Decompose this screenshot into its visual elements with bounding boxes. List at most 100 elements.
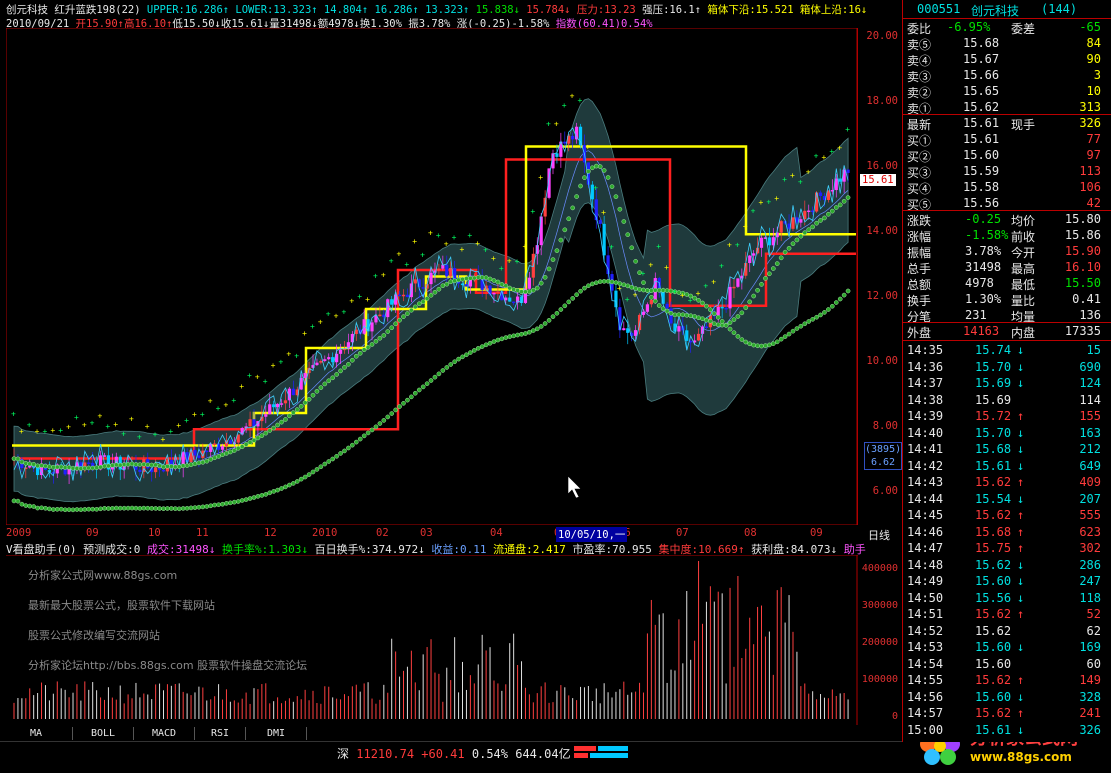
ma-dot: [479, 275, 485, 280]
signal-marker: +: [696, 289, 701, 298]
ma-dot: [192, 505, 198, 510]
tick-row[interactable]: 14:42 15.61 ↓ 649: [907, 459, 1107, 475]
ask-row[interactable]: 卖⑤ 15.68 84: [907, 36, 1107, 52]
tick-row[interactable]: 14:41 15.68 ↓ 212: [907, 442, 1107, 458]
ma-dot: [23, 461, 29, 466]
candle-body: [665, 303, 669, 309]
stock-terminal-window: 创元科技 红升蓝跌198(22) UPPER:16.286↑ LOWER:13.…: [0, 0, 1111, 773]
tab-dmi[interactable]: DMI: [246, 727, 307, 740]
tick-row[interactable]: 14:40 15.70 ↓ 163: [907, 426, 1107, 442]
latest-row[interactable]: 最新 15.61 现手 326: [907, 116, 1107, 132]
ma-dot: [786, 245, 792, 251]
cursor-volume: (3895): [865, 444, 902, 455]
stat-row[interactable]: 总额 4978 最低 15.50: [907, 276, 1107, 292]
tick-row[interactable]: 14:44 15.54 ↓ 207: [907, 492, 1107, 508]
tick-row[interactable]: 14:35 15.74 ↓ 15: [907, 343, 1107, 359]
ma-dot: [519, 289, 524, 294]
tab-boll[interactable]: BOLL: [73, 727, 134, 740]
tab-rsi[interactable]: RSI: [195, 727, 246, 740]
tick-row[interactable]: 14:50 15.56 ↓ 118: [907, 591, 1107, 607]
tick-row[interactable]: 15:00 15.61 ↓ 326: [907, 723, 1107, 739]
tick-row[interactable]: 14:57 15.62 ↑ 241: [907, 706, 1107, 722]
bid-row[interactable]: 买③ 15.59 113: [907, 164, 1107, 180]
stat-row[interactable]: 振幅 3.78% 今开 15.90: [907, 244, 1107, 260]
ma-dot: [232, 499, 237, 505]
ma-dot: [613, 194, 619, 199]
stat-row[interactable]: 换手 1.30% 量比 0.41: [907, 292, 1107, 308]
ask-row[interactable]: 卖③ 15.66 3: [907, 68, 1107, 84]
tick-price: 15.62: [975, 706, 1012, 720]
bid-row[interactable]: 买④ 15.58 106: [907, 180, 1107, 196]
candle-body: [752, 253, 756, 256]
tick-row[interactable]: 14:55 15.62 ↑ 149: [907, 673, 1107, 689]
stat-row[interactable]: 总手 31498 最高 16.10: [907, 260, 1107, 276]
candlestick-chart[interactable]: ++++ + + + +++ +++ +++++++++++ +++ ++++ + ++ ++ +++ +…: [6, 28, 858, 525]
tick-row[interactable]: 14:39 15.72 ↑ 155: [907, 409, 1107, 425]
stat-row[interactable]: 涨幅 -1.58% 前收 15.86: [907, 228, 1107, 244]
ask-row[interactable]: 卖④ 15.67 90: [907, 52, 1107, 68]
candle-body: [228, 440, 232, 445]
tick-row[interactable]: 14:38 15.69 114: [907, 393, 1107, 409]
tick-row[interactable]: 14:51 15.62 ↑ 52: [907, 607, 1107, 623]
tick-row[interactable]: 14:47 15.75 ↑ 302: [907, 541, 1107, 557]
ma-dot: [173, 506, 178, 511]
indicator-tabs: MA BOLL MACD RSI DMI: [0, 727, 860, 741]
tick-row[interactable]: 14:37 15.69 ↓ 124: [907, 376, 1107, 392]
current-price-tag: 15.61: [860, 174, 896, 186]
date-tick: 09: [86, 527, 99, 539]
ma-dot: [200, 459, 206, 465]
tick-time: 14:38: [907, 392, 944, 407]
ma-dot: [692, 314, 697, 319]
bid-row[interactable]: 买② 15.60 97: [907, 148, 1107, 164]
signal-marker: +: [625, 295, 630, 304]
tick-row[interactable]: 14:36 15.70 ↓ 690: [907, 360, 1107, 376]
ma-dot: [125, 462, 131, 467]
ma-dot: [444, 365, 450, 370]
candle-body: [685, 330, 689, 341]
bid-row[interactable]: 买① 15.61 77: [907, 132, 1107, 148]
ma-dot: [440, 283, 446, 289]
indicator-header: 创元科技 红升蓝跌198(22) UPPER:16.286↑ LOWER:13.…: [6, 2, 867, 17]
tab-macd[interactable]: MACD: [134, 727, 195, 740]
tab-ma[interactable]: MA: [0, 727, 73, 740]
tick-row[interactable]: 14:45 15.62 ↑ 555: [907, 508, 1107, 524]
candle-body: [248, 419, 252, 427]
signal-marker: +: [452, 233, 457, 242]
date-axis: 20090910111220100203040506070809: [6, 527, 858, 541]
tick-row[interactable]: 14:52 15.62 62: [907, 624, 1107, 640]
ma-dot: [397, 317, 402, 323]
ma-dot: [157, 463, 162, 469]
tick-volume: 163: [1079, 425, 1101, 440]
tick-price: 15.60: [975, 689, 1012, 704]
bid-price: 15.61: [963, 132, 1000, 146]
tick-row[interactable]: 14:48 15.62 ↓ 286: [907, 558, 1107, 574]
candle-body: [571, 135, 575, 140]
tick-row[interactable]: 14:49 15.60 ↓ 247: [907, 574, 1107, 590]
tick-row[interactable]: 14:54 15.60 60: [907, 657, 1107, 673]
ma-dot: [106, 463, 111, 469]
outer-inner-row[interactable]: 外盘 14163 内盘 17335: [907, 324, 1107, 340]
ask-label: 卖②: [907, 86, 932, 100]
ma-dot: [534, 285, 540, 291]
ma-dot: [267, 428, 273, 433]
ma-dot: [106, 506, 111, 511]
tick-row[interactable]: 14:56 15.60 ↓ 328: [907, 690, 1107, 706]
weibi-row[interactable]: 委比 -6.95% 委差 -65: [907, 20, 1107, 36]
tick-row[interactable]: 14:53 15.60 ↓ 169: [907, 640, 1107, 656]
ask-row[interactable]: 卖② 15.65 10: [907, 84, 1107, 100]
signal-marker: +: [255, 372, 260, 381]
stat-row[interactable]: 涨跌 -0.25 均价 15.80: [907, 212, 1107, 228]
ma-dot: [519, 331, 524, 337]
index-quote[interactable]: 深 11210.74 +60.41 0.54% 644.04亿: [337, 745, 571, 762]
ma-dot: [774, 261, 780, 266]
stat-label: 最低: [1011, 278, 1036, 292]
ma-dot: [763, 276, 768, 281]
ma-dot: [385, 329, 391, 334]
ma-dot: [78, 466, 84, 471]
tick-row[interactable]: 14:43 15.62 ↑ 409: [907, 475, 1107, 491]
tick-direction-icon: ↓: [1017, 640, 1025, 654]
period-label[interactable]: 日线: [868, 527, 890, 543]
ma-dot: [381, 333, 387, 338]
tick-row[interactable]: 14:46 15.68 ↑ 623: [907, 525, 1107, 541]
tick-time: 14:56: [907, 689, 944, 704]
